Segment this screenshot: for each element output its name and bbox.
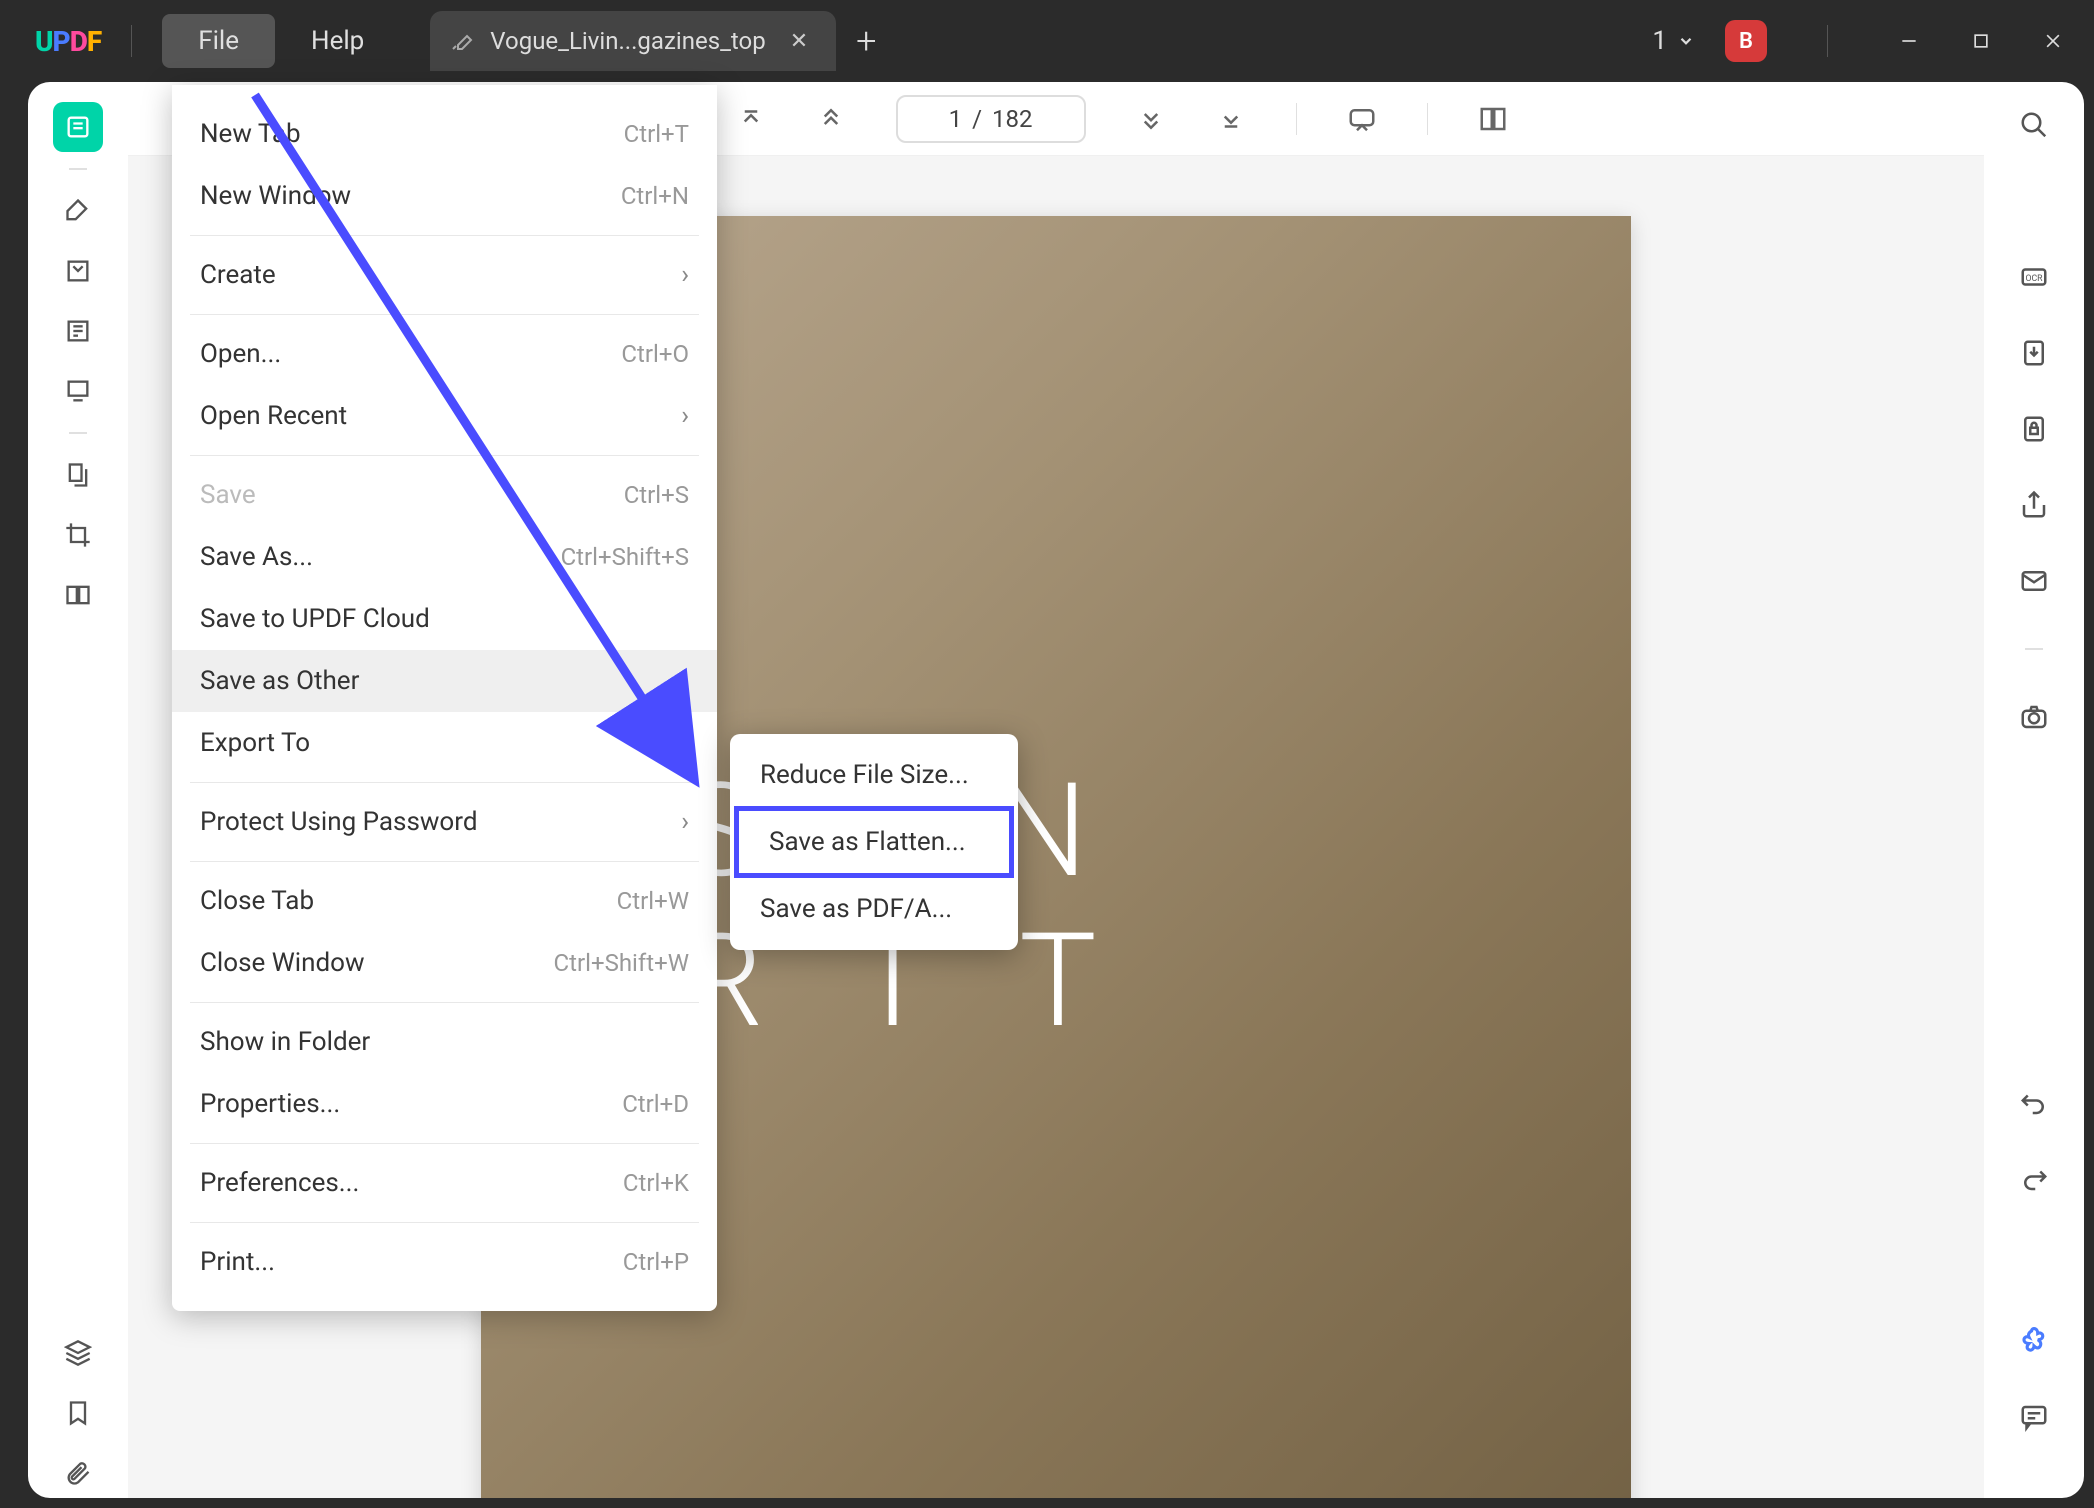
prev-page-icon[interactable] [816,104,846,134]
document-tab[interactable]: Vogue_Livin...gazines_top ✕ [430,11,836,71]
separator [190,1143,699,1144]
divider [1827,25,1828,57]
menu-properties[interactable]: Properties...Ctrl+D [172,1073,717,1135]
right-sidebar: OCR [1984,82,2084,1498]
separator [2025,648,2043,650]
search-icon[interactable] [2019,110,2049,140]
first-page-icon[interactable] [736,104,766,134]
separator [1296,103,1297,135]
separator [190,782,699,783]
tab-title: Vogue_Livin...gazines_top [490,27,765,55]
separator [190,235,699,236]
page-current: 1 [949,105,963,133]
tab-close-button[interactable]: ✕ [782,29,816,54]
ai-assistant-icon[interactable] [2019,1326,2049,1356]
layers-icon[interactable] [53,1328,103,1378]
ocr-icon[interactable]: OCR [2019,262,2049,292]
app-logo: UPDF [35,25,101,58]
add-tab-button[interactable]: + [856,20,876,62]
left-sidebar [28,82,128,1498]
chevron-right-icon: › [681,807,689,837]
comment-icon[interactable] [2019,1402,2049,1432]
workspace-switcher[interactable]: 1 [1652,26,1695,56]
submenu-save-pdfa[interactable]: Save as PDF/A... [730,878,1018,940]
menu-close-tab[interactable]: Close TabCtrl+W [172,870,717,932]
menu-show-folder[interactable]: Show in Folder [172,1011,717,1073]
divider [131,25,132,57]
reader-mode-icon[interactable] [53,102,103,152]
titlebar-right: 1 B [1652,20,2074,62]
menu-preferences[interactable]: Preferences...Ctrl+K [172,1152,717,1214]
menu-close-window[interactable]: Close WindowCtrl+Shift+W [172,932,717,994]
user-avatar[interactable]: B [1725,20,1767,62]
chevron-right-icon: › [681,728,689,758]
menu-save: SaveCtrl+S [172,464,717,526]
menu-save-as[interactable]: Save As...Ctrl+Shift+S [172,526,717,588]
compare-tool-icon[interactable] [53,570,103,620]
crop-tool-icon[interactable] [53,510,103,560]
separator [190,1002,699,1003]
presentation-icon[interactable] [1347,104,1377,134]
camera-icon[interactable] [2019,702,2049,732]
chevron-down-icon [1677,32,1695,50]
menu-print[interactable]: Print...Ctrl+P [172,1231,717,1293]
chevron-right-icon: › [681,260,689,290]
separator [190,314,699,315]
minimize-button[interactable] [1888,20,1930,62]
file-menu: New TabCtrl+T New WindowCtrl+N Create› O… [172,85,717,1311]
protect-icon[interactable] [2019,414,2049,444]
next-page-icon[interactable] [1136,104,1166,134]
page-layout-icon[interactable] [1478,104,1508,134]
menu-export-to[interactable]: Export To› [172,712,717,774]
separator [190,861,699,862]
workspace-count: 1 [1652,26,1667,56]
tab-pencil-icon [450,29,474,53]
share-icon[interactable] [2019,490,2049,520]
menu-protect[interactable]: Protect Using Password› [172,791,717,853]
chevron-right-icon: › [681,401,689,431]
menu-new-tab[interactable]: New TabCtrl+T [172,103,717,165]
undo-icon[interactable] [2019,1088,2049,1118]
page-sep: / [972,105,982,133]
separator [190,455,699,456]
menu-open-recent[interactable]: Open Recent› [172,385,717,447]
menu-new-window[interactable]: New WindowCtrl+N [172,165,717,227]
svg-text:OCR: OCR [2025,274,2043,284]
edit-tool-icon[interactable] [53,306,103,356]
email-icon[interactable] [2019,566,2049,596]
submenu-reduce-size[interactable]: Reduce File Size... [730,744,1018,806]
separator [1427,103,1428,135]
page-total: 182 [992,105,1032,133]
title-bar: UPDF File Help Vogue_Livin...gazines_top… [0,0,2094,82]
maximize-button[interactable] [1960,20,2002,62]
separator [190,1222,699,1223]
menu-open[interactable]: Open...Ctrl+O [172,323,717,385]
page-number-input[interactable]: 1 / 182 [896,95,1086,143]
separator [69,432,87,434]
last-page-icon[interactable] [1216,104,1246,134]
attachment-icon[interactable] [53,1448,103,1498]
bookmark-icon[interactable] [53,1388,103,1438]
menu-help[interactable]: Help [275,14,400,68]
chevron-right-icon: › [681,666,689,696]
menu-file[interactable]: File [162,14,275,68]
submenu-save-flatten[interactable]: Save as Flatten... [734,806,1014,878]
form-tool-icon[interactable] [53,366,103,416]
save-as-other-submenu: Reduce File Size... Save as Flatten... S… [730,734,1018,950]
organize-tool-icon[interactable] [53,450,103,500]
menu-create[interactable]: Create› [172,244,717,306]
redo-icon[interactable] [2019,1164,2049,1194]
highlight-tool-icon[interactable] [53,186,103,236]
annotate-tool-icon[interactable] [53,246,103,296]
separator [69,168,87,170]
close-window-button[interactable] [2032,20,2074,62]
convert-icon[interactable] [2019,338,2049,368]
menu-save-cloud[interactable]: Save to UPDF Cloud [172,588,717,650]
menu-save-as-other[interactable]: Save as Other› [172,650,717,712]
